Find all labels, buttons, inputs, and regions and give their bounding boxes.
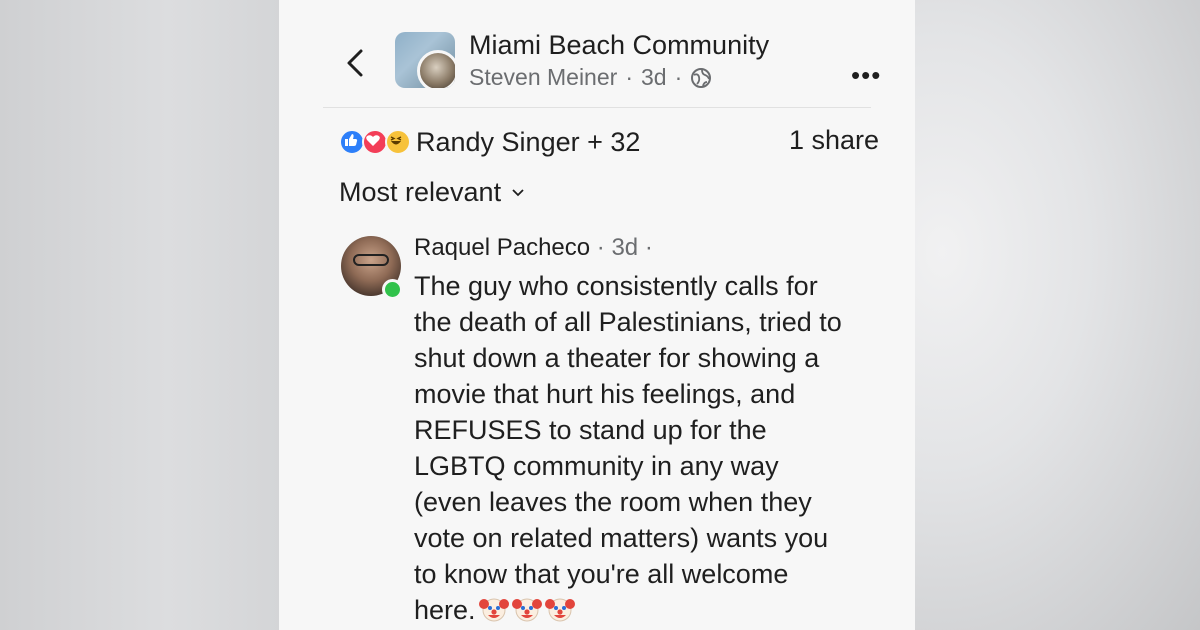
comment-line: here. bbox=[414, 595, 476, 625]
more-options-icon[interactable]: ••• bbox=[851, 60, 881, 91]
comment-line: shut down a theater for showing a bbox=[414, 343, 820, 373]
comment-header: Raquel Pacheco · 3d · bbox=[414, 234, 653, 262]
meta-separator: · bbox=[674, 64, 683, 90]
background-right bbox=[914, 0, 1200, 630]
online-status-icon bbox=[382, 279, 403, 300]
comment-line: LGBTQ community in any way bbox=[414, 451, 779, 481]
post-author[interactable]: Steven Meiner bbox=[469, 64, 617, 91]
haha-icon bbox=[385, 129, 411, 155]
comment-line: to know that you're all welcome bbox=[414, 559, 789, 589]
comment-last-line: here. bbox=[414, 592, 904, 628]
reactions-summary[interactable]: Randy Singer + 32 bbox=[339, 125, 640, 159]
clown-face-icon bbox=[511, 598, 542, 622]
comment-line: movie that hurt his feelings, and bbox=[414, 379, 796, 409]
comment-text: The guy who consistently calls for the d… bbox=[414, 268, 904, 628]
background-left bbox=[0, 0, 280, 630]
shares-count[interactable]: 1 share bbox=[789, 125, 879, 156]
reactors-text: Randy Singer + 32 bbox=[416, 126, 641, 157]
chevron-left-icon[interactable] bbox=[345, 48, 365, 78]
comment-sort-dropdown[interactable]: Most relevant bbox=[339, 177, 525, 208]
comment-time[interactable]: · 3d · bbox=[597, 234, 653, 261]
comment-line: REFUSES to stand up for the bbox=[414, 415, 767, 445]
clown-face-icon bbox=[544, 598, 575, 622]
author-avatar bbox=[417, 50, 455, 88]
avatar-glasses bbox=[353, 254, 389, 266]
sort-label: Most relevant bbox=[339, 177, 502, 207]
comment-line: The guy who consistently calls for bbox=[414, 271, 818, 301]
comment-line: (even leaves the room when they bbox=[414, 487, 812, 517]
comment-author[interactable]: Raquel Pacheco bbox=[414, 234, 590, 261]
chevron-down-icon bbox=[512, 188, 524, 196]
meta-separator: · bbox=[625, 64, 633, 90]
comment-line: vote on related matters) wants you bbox=[414, 523, 829, 553]
globe-icon bbox=[691, 67, 712, 88]
post-time[interactable]: 3d bbox=[641, 64, 667, 91]
group-avatar[interactable] bbox=[395, 32, 455, 88]
clown-face-icon bbox=[478, 598, 509, 622]
header-divider bbox=[323, 107, 871, 108]
group-name[interactable]: Miami Beach Community bbox=[469, 30, 769, 61]
post-meta: Steven Meiner · 3d · bbox=[469, 64, 712, 91]
comment-line: the death of all Palestinians, tried to bbox=[414, 307, 842, 337]
facebook-post-screen: Miami Beach Community Steven Meiner · 3d… bbox=[279, 0, 915, 630]
